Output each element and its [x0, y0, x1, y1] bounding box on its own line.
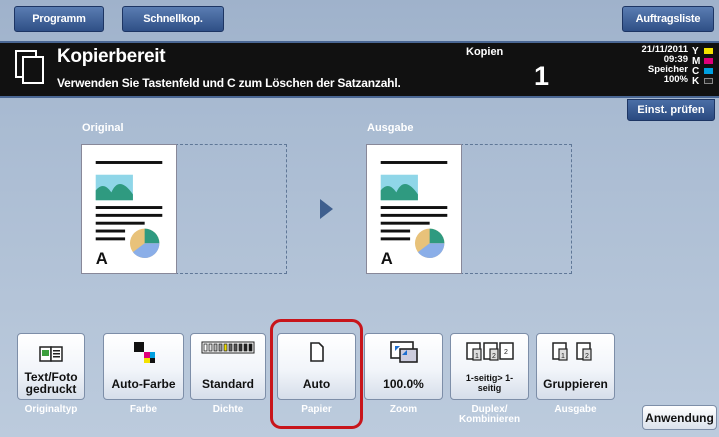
- einst-pruefen-button[interactable]: Einst. prüfen: [627, 99, 715, 121]
- highlight-ring: [270, 319, 363, 429]
- ausgabe-function-label: Ausgabe: [554, 404, 597, 415]
- doc-letter: A: [96, 249, 108, 268]
- anwendung-button[interactable]: Anwendung: [642, 405, 717, 430]
- auto-color-icon: [133, 342, 155, 363]
- svg-text:1: 1: [561, 353, 565, 360]
- original-document-preview: A: [81, 144, 177, 274]
- status-title: Kopierbereit: [57, 46, 166, 67]
- dichte-button[interactable]: Standard: [190, 333, 266, 400]
- text-photo-label: Text/Foto gedruckt: [24, 370, 78, 396]
- group-icon: 1 2: [551, 342, 592, 361]
- duplex-button[interactable]: 1 2 2 1-seitig> 1-seitig: [450, 333, 529, 400]
- duplex-icon: 1 2 2: [465, 342, 514, 361]
- toner-bar: [704, 58, 713, 64]
- copier-screen: Programm Schnellkop. Auftragsliste Kopie…: [0, 0, 719, 437]
- arrow-right-icon: [320, 199, 333, 219]
- original-label: Original: [82, 122, 124, 134]
- gruppieren-label: Gruppieren: [543, 377, 608, 391]
- auto-farbe-button[interactable]: Auto-Farbe: [103, 333, 184, 400]
- svg-text:2: 2: [492, 353, 496, 360]
- doc-letter: A: [381, 249, 393, 268]
- toner-bar: [704, 68, 713, 74]
- auftragsliste-button[interactable]: Auftragsliste: [622, 6, 714, 32]
- dichte-label: Dichte: [212, 404, 244, 415]
- standard-label: Standard: [201, 377, 254, 391]
- gruppieren-button[interactable]: 1 2 Gruppieren: [536, 333, 615, 400]
- toner-bar: [704, 78, 713, 84]
- toner-bar: [704, 48, 713, 54]
- zoom-label: Zoom: [389, 404, 418, 415]
- text-photo-icon: [39, 346, 63, 362]
- zoom-value-label: 100.0%: [383, 377, 424, 391]
- ausgabe-label: Ausgabe: [367, 122, 414, 134]
- status-message: Verwenden Sie Tastenfeld und C zum Lösch…: [57, 76, 401, 90]
- text-photo-button[interactable]: Text/Foto gedruckt: [17, 333, 85, 400]
- svg-text:1: 1: [475, 353, 479, 360]
- copy-icon: [15, 50, 44, 84]
- originaltyp-label: Originaltyp: [24, 404, 78, 415]
- memory-value: 100%: [663, 74, 688, 85]
- toner-levels: Y M C K: [692, 46, 718, 87]
- toner-letter: K: [692, 75, 700, 87]
- status-bar: Kopierbereit Verwenden Sie Tastenfeld un…: [0, 41, 719, 98]
- density-icon: [201, 341, 255, 354]
- toner-c: C: [692, 66, 718, 77]
- kopien-count: 1: [533, 61, 549, 91]
- output-document-preview: A: [366, 144, 462, 274]
- toner-y: Y: [692, 46, 718, 57]
- duplex-mode-label: 1-seitig> 1-seitig: [465, 373, 514, 393]
- programm-button[interactable]: Programm: [14, 6, 104, 32]
- kopien-label: Kopien: [466, 46, 504, 58]
- auto-farbe-label: Auto-Farbe: [111, 377, 176, 391]
- datetime-display: 21/11/2011 09:39 Speicher 100%: [618, 45, 689, 85]
- zoom-icon: [389, 341, 418, 363]
- duplex-kombinieren-label: Duplex/ Kombinieren: [458, 404, 521, 425]
- schnellkop-button[interactable]: Schnellkop.: [122, 6, 224, 32]
- toner-m: M: [692, 56, 718, 67]
- svg-text:2: 2: [504, 349, 508, 356]
- toner-k: K: [692, 75, 718, 87]
- svg-text:2: 2: [585, 353, 589, 360]
- farbe-label: Farbe: [129, 404, 158, 415]
- zoom-button[interactable]: 100.0%: [364, 333, 443, 400]
